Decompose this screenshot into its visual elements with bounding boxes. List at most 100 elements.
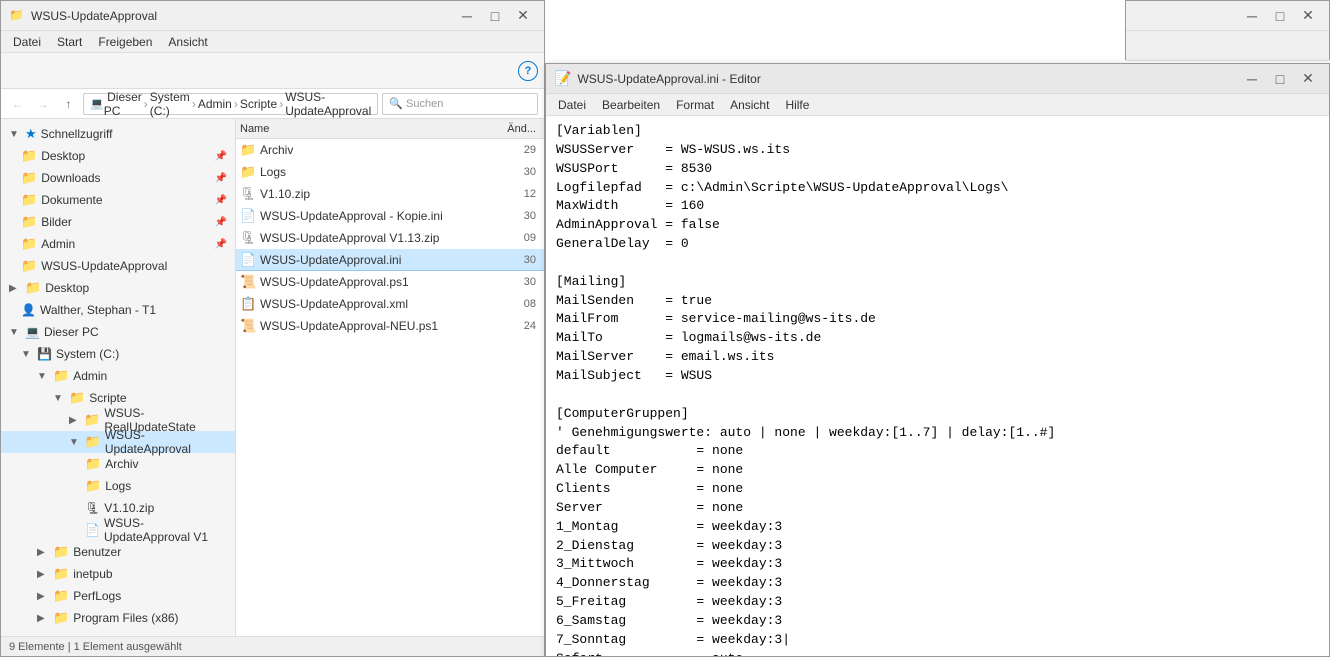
file-date: 30: [480, 276, 540, 288]
explorer-minimize-btn[interactable]: ─: [454, 3, 480, 29]
sidebar-logs[interactable]: 📁 Logs: [1, 475, 235, 497]
sidebar-wsus-v1[interactable]: 📄 WSUS-UpdateApproval V1: [1, 519, 235, 541]
file-item-ini[interactable]: 📄 WSUS-UpdateApproval.ini 30: [236, 249, 544, 271]
file-item-neu-ps1[interactable]: 📜 WSUS-UpdateApproval-NEU.ps1 24: [236, 315, 544, 337]
expand-icon: ▶: [37, 613, 49, 624]
sidebar-systemc[interactable]: ▼ 💾 System (C:): [1, 343, 235, 365]
file-item-v113zip[interactable]: 🗜 WSUS-UpdateApproval V1.13.zip 09: [236, 227, 544, 249]
menu-freigeben[interactable]: Freigeben: [90, 33, 160, 51]
col-name-header[interactable]: Name: [240, 123, 480, 135]
computer-icon: 💻: [25, 325, 40, 339]
notepad-minimize-btn[interactable]: ─: [1239, 66, 1265, 92]
notepad-content[interactable]: [Variablen] WSUSServer = WS-WSUS.ws.its …: [546, 116, 1329, 656]
file-name: WSUS-UpdateApproval-NEU.ps1: [260, 319, 476, 333]
file-item-ps1[interactable]: 📜 WSUS-UpdateApproval.ps1 30: [236, 271, 544, 293]
ps1-icon: 📜: [240, 274, 256, 290]
notepad-menu-format[interactable]: Format: [668, 96, 722, 114]
notepad-icon: 📝: [554, 70, 571, 87]
file-name: WSUS-UpdateApproval.xml: [260, 297, 476, 311]
sidebar-perflogs[interactable]: ▶ 📁 PerfLogs: [1, 585, 235, 607]
file-date: 08: [480, 298, 540, 310]
file-date: 12: [480, 188, 540, 200]
expand-icon: ▶: [37, 591, 49, 602]
notepad-close-btn[interactable]: ✕: [1295, 66, 1321, 92]
search-box[interactable]: 🔍 Suchen: [382, 93, 538, 115]
sidebar-dokumente[interactable]: 📁 Dokumente 📌: [1, 189, 235, 211]
col-date-header[interactable]: Änd...: [480, 123, 540, 135]
file-item-archiv[interactable]: 📁 Archiv 29: [236, 139, 544, 161]
sidebar-wsus-quick[interactable]: 📁 WSUS-UpdateApproval: [1, 255, 235, 277]
sidebar-benutzer[interactable]: ▶ 📁 Benutzer: [1, 541, 235, 563]
explorer-toolbar: ?: [1, 53, 544, 89]
sidebar-thispC[interactable]: ▼ 💻 Dieser PC: [1, 321, 235, 343]
drive-icon: 💾: [37, 347, 52, 361]
folder-icon: 📁: [69, 390, 85, 406]
path-scripte: Scripte: [240, 97, 277, 111]
second-close-btn[interactable]: ✕: [1295, 3, 1321, 29]
expand-icon: ▶: [9, 283, 21, 294]
notepad-menu-ansicht[interactable]: Ansicht: [722, 96, 777, 114]
zip-icon: 🗜: [240, 230, 256, 246]
file-item-kopie-ini[interactable]: 📄 WSUS-UpdateApproval - Kopie.ini 30: [236, 205, 544, 227]
explorer-close-btn[interactable]: ✕: [510, 3, 536, 29]
expand-icon: ▼: [9, 327, 21, 338]
help-button[interactable]: ?: [518, 61, 538, 81]
file-item-xml[interactable]: 📋 WSUS-UpdateApproval.xml 08: [236, 293, 544, 315]
file-name: WSUS-UpdateApproval.ps1: [260, 275, 476, 289]
sidebar-archiv[interactable]: 📁 Archiv: [1, 453, 235, 475]
up-button[interactable]: ↑: [58, 93, 79, 115]
file-item-v110zip[interactable]: 🗜 V1.10.zip 12: [236, 183, 544, 205]
notepad-maximize-btn[interactable]: □: [1267, 66, 1293, 92]
explorer-icon: 📁: [9, 8, 25, 24]
sidebar-admin-quick[interactable]: 📁 Admin 📌: [1, 233, 235, 255]
folder-icon: 📁: [53, 610, 69, 626]
sidebar-desktop-group[interactable]: ▶ 📁 Desktop: [1, 277, 235, 299]
sidebar: ▼ ★ Schnellzugriff 📁 Desktop 📌 📁 Downloa…: [1, 119, 236, 636]
sidebar-downloads[interactable]: 📁 Downloads 📌: [1, 167, 235, 189]
file-date: 24: [480, 320, 540, 332]
file-date: 30: [480, 166, 540, 178]
person-icon: 👤: [21, 303, 36, 317]
path-thispC: 💻 Dieser PC: [90, 90, 142, 118]
path-wsus: WSUS-UpdateApproval: [285, 90, 371, 118]
sidebar-schnellzugriff[interactable]: ▼ ★ Schnellzugriff: [1, 123, 235, 145]
address-path[interactable]: 💻 Dieser PC › System (C:) › Admin › Scri…: [83, 93, 378, 115]
sidebar-bilder[interactable]: 📁 Bilder 📌: [1, 211, 235, 233]
sidebar-label: Walther, Stephan - T1: [40, 303, 156, 317]
folder-icon: 📁: [21, 236, 37, 252]
back-button[interactable]: ←: [7, 93, 28, 115]
second-minimize-btn[interactable]: ─: [1239, 3, 1265, 29]
menu-datei[interactable]: Datei: [5, 33, 49, 51]
notepad-menu-bearbeiten[interactable]: Bearbeiten: [594, 96, 668, 114]
sidebar-label: Downloads: [41, 171, 100, 185]
sidebar-walther[interactable]: 👤 Walther, Stephan - T1: [1, 299, 235, 321]
sidebar-label: Archiv: [105, 457, 138, 471]
sidebar-label: PerfLogs: [73, 589, 121, 603]
notepad-menu-hilfe[interactable]: Hilfe: [777, 96, 817, 114]
sidebar-admin-drive[interactable]: ▼ 📁 Admin: [1, 365, 235, 387]
menu-start[interactable]: Start: [49, 33, 90, 51]
address-bar: ← → ↑ 💻 Dieser PC › System (C:) › Admin …: [1, 89, 544, 119]
menu-ansicht[interactable]: Ansicht: [160, 33, 215, 51]
sidebar-programfiles[interactable]: ▶ 📁 Program Files (x86): [1, 607, 235, 629]
sidebar-wsus-approval[interactable]: ▼ 📁 WSUS-UpdateApproval: [1, 431, 235, 453]
forward-button[interactable]: →: [32, 93, 53, 115]
path-systemc: System (C:): [150, 90, 190, 118]
explorer-maximize-btn[interactable]: □: [482, 3, 508, 29]
notepad-title-text: WSUS-UpdateApproval.ini - Editor: [577, 72, 1239, 86]
sidebar-label: Admin: [41, 237, 75, 251]
sidebar-desktop1[interactable]: 📁 Desktop 📌: [1, 145, 235, 167]
notepad-menu-datei[interactable]: Datei: [550, 96, 594, 114]
sidebar-inetpub[interactable]: ▶ 📁 inetpub: [1, 563, 235, 585]
second-maximize-btn[interactable]: □: [1267, 3, 1293, 29]
folder-icon: 📁: [240, 142, 256, 158]
file-item-logs[interactable]: 📁 Logs 30: [236, 161, 544, 183]
folder-icon: 📁: [53, 368, 69, 384]
sidebar-label: WSUS-UpdateApproval: [105, 428, 227, 456]
ini-icon: 📄: [85, 523, 100, 537]
sidebar-label: V1.10.zip: [104, 501, 154, 515]
second-explorer-title-bar: ─ □ ✕: [1126, 1, 1329, 31]
folder-icon: 📁: [85, 434, 101, 450]
second-menu-bar: [1126, 31, 1329, 61]
file-list: Name Änd... 📁 Archiv 29 📁 Logs 30 🗜 V1.1…: [236, 119, 544, 636]
